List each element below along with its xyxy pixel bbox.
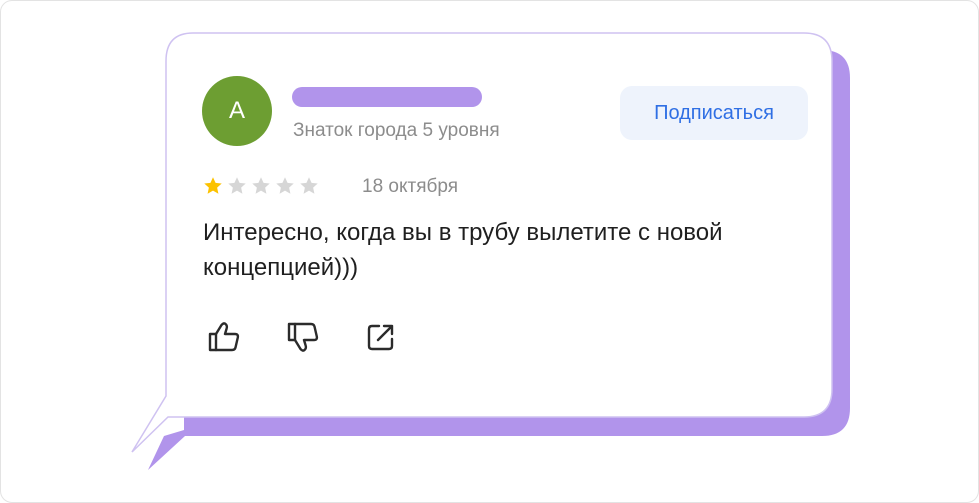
rating-stars xyxy=(202,175,320,197)
review-date: 18 октября xyxy=(362,176,459,197)
share-icon xyxy=(367,324,394,351)
star-icon xyxy=(300,177,318,194)
review-card: А Знаток города 5 уровня Подписаться 18 … xyxy=(166,33,832,417)
author-name-redacted[interactable] xyxy=(292,87,482,107)
thumbs-up-icon xyxy=(208,322,240,352)
thumbs-down-icon xyxy=(287,322,319,352)
star-icon xyxy=(228,177,246,194)
star-icon xyxy=(252,177,270,194)
subscribe-button[interactable]: Подписаться xyxy=(620,86,808,140)
share-button[interactable] xyxy=(361,317,401,357)
like-button[interactable] xyxy=(204,317,244,357)
dislike-button[interactable] xyxy=(283,317,323,357)
review-text: Интересно, когда вы в трубу вылетите с н… xyxy=(203,219,723,281)
avatar-initial: А xyxy=(228,97,245,124)
star-icon xyxy=(276,177,294,194)
avatar[interactable]: А xyxy=(202,76,272,146)
star-icon xyxy=(204,177,222,194)
author-level: Знаток города 5 уровня xyxy=(293,120,500,141)
